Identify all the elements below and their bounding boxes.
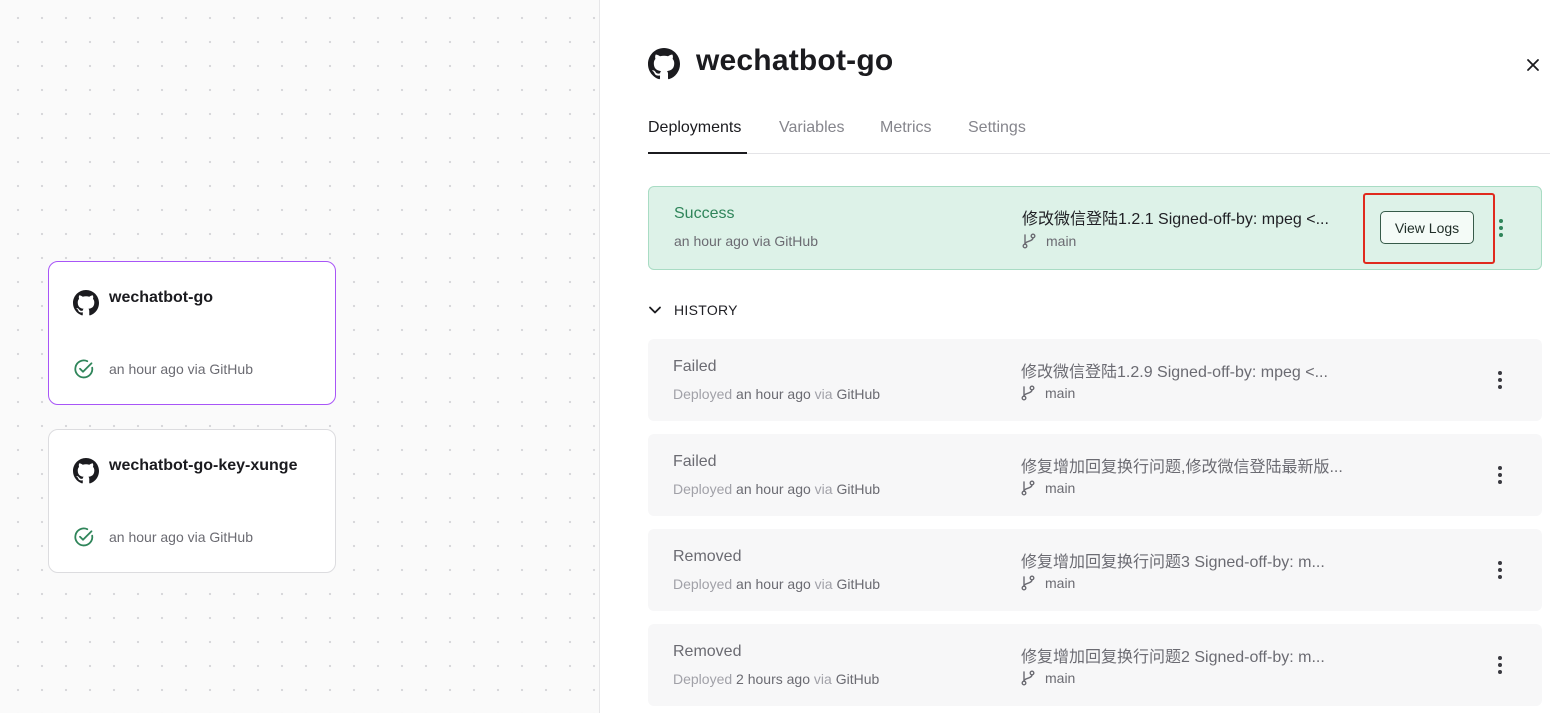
- git-branch-icon: [1021, 385, 1035, 401]
- active-deployment-row[interactable]: Success an hour ago via GitHub 修改微信登陆1.2…: [648, 186, 1542, 270]
- commit-message: 修复增加回复换行问题3 Signed-off-by: m...: [1021, 554, 1325, 571]
- close-icon[interactable]: [1524, 56, 1542, 74]
- branch: main: [1021, 670, 1075, 686]
- service-meta: an hour ago via GitHub: [109, 529, 253, 545]
- git-branch-icon: [1021, 480, 1035, 496]
- deployment-meta: Deployed an hour ago via GitHub: [673, 481, 881, 497]
- more-options-icon[interactable]: [1494, 217, 1508, 239]
- tab-deployments[interactable]: Deployments: [648, 119, 741, 137]
- more-options-icon[interactable]: [1493, 559, 1507, 581]
- deployment-status: Removed: [673, 548, 742, 565]
- service-panel: wechatbot-go Deployments Variables Metri…: [600, 0, 1564, 713]
- deployment-status: Success: [674, 205, 735, 222]
- tab-variables[interactable]: Variables: [779, 119, 845, 137]
- history-label: HISTORY: [674, 302, 738, 318]
- view-logs-button[interactable]: View Logs: [1380, 211, 1474, 244]
- service-card-wechatbot-go[interactable]: wechatbot-go an hour ago via GitHub: [48, 261, 336, 405]
- deployment-meta: Deployed an hour ago via GitHub: [673, 576, 881, 592]
- deployment-status: Failed: [673, 453, 717, 470]
- check-circle-icon: [73, 526, 95, 548]
- commit-message: 修改微信登陆1.2.1 Signed-off-by: mpeg <...: [1022, 211, 1329, 228]
- git-branch-icon: [1021, 670, 1035, 686]
- history-toggle[interactable]: HISTORY: [648, 302, 738, 318]
- git-branch-icon: [1022, 233, 1036, 249]
- tab-metrics[interactable]: Metrics: [880, 119, 932, 137]
- more-options-icon[interactable]: [1493, 654, 1507, 676]
- service-name: wechatbot-go-key-xunge: [109, 457, 298, 474]
- branch: main: [1022, 233, 1076, 249]
- github-icon: [648, 48, 680, 80]
- chevron-down-icon: [649, 306, 661, 314]
- deployment-row[interactable]: Removed Deployed an hour ago via GitHub …: [648, 529, 1542, 611]
- deployment-meta: Deployed 2 hours ago via GitHub: [673, 671, 880, 687]
- branch: main: [1021, 480, 1075, 496]
- tab-bar: Deployments Variables Metrics Settings: [648, 110, 1550, 154]
- deployment-row[interactable]: Failed Deployed an hour ago via GitHub 修…: [648, 434, 1542, 516]
- deployment-status: Removed: [673, 643, 742, 660]
- deployment-meta: Deployed an hour ago via GitHub: [673, 386, 881, 402]
- commit-message: 修复增加回复换行问题,修改微信登陆最新版...: [1021, 459, 1343, 476]
- check-circle-icon: [73, 358, 95, 380]
- deployment-row[interactable]: Failed Deployed an hour ago via GitHub 修…: [648, 339, 1542, 421]
- project-canvas: wechatbot-go an hour ago via GitHub wech…: [0, 0, 600, 713]
- commit-message: 修复增加回复换行问题2 Signed-off-by: m...: [1021, 649, 1325, 666]
- more-options-icon[interactable]: [1493, 369, 1507, 391]
- service-name: wechatbot-go: [109, 289, 213, 306]
- branch: main: [1021, 385, 1075, 401]
- service-meta: an hour ago via GitHub: [109, 361, 253, 377]
- github-icon: [73, 458, 99, 484]
- tab-settings[interactable]: Settings: [968, 119, 1026, 137]
- active-tab-indicator: [648, 152, 747, 154]
- git-branch-icon: [1021, 575, 1035, 591]
- panel-title: wechatbot-go: [696, 44, 894, 77]
- branch: main: [1021, 575, 1075, 591]
- more-options-icon[interactable]: [1493, 464, 1507, 486]
- deployment-status: Failed: [673, 358, 717, 375]
- service-card-wechatbot-go-key-xunge[interactable]: wechatbot-go-key-xunge an hour ago via G…: [48, 429, 336, 573]
- deployment-meta: an hour ago via GitHub: [674, 233, 818, 249]
- deployment-row[interactable]: Removed Deployed 2 hours ago via GitHub …: [648, 624, 1542, 706]
- commit-message: 修改微信登陆1.2.9 Signed-off-by: mpeg <...: [1021, 364, 1328, 381]
- github-icon: [73, 290, 99, 316]
